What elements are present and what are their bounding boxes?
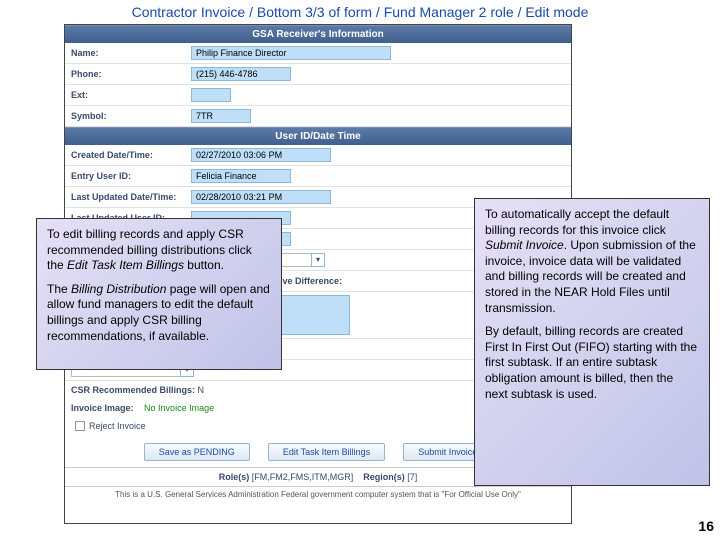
value-last-updated: 02/28/2010 03:21 PM (191, 190, 331, 204)
value-phone[interactable]: (215) 446-4786 (191, 67, 291, 81)
value-symbol[interactable]: 7TR (191, 109, 251, 123)
label-phone: Phone: (71, 69, 191, 79)
footer-legal: This is a U.S. General Services Administ… (65, 486, 571, 501)
row-phone: Phone: (215) 446-4786 (65, 64, 571, 85)
page-number: 16 (698, 518, 714, 534)
label-entry-user: Entry User ID: (71, 171, 191, 181)
save-pending-button[interactable]: Save as PENDING (144, 443, 250, 461)
value-created: 02/27/2010 03:06 PM (191, 148, 331, 162)
label-name: Name: (71, 48, 191, 58)
value-entry-user: Felicia Finance (191, 169, 291, 183)
label-symbol: Symbol: (71, 111, 191, 121)
slide-title: Contractor Invoice / Bottom 3/3 of form … (0, 0, 720, 22)
value-name[interactable]: Philip Finance Director (191, 46, 391, 60)
label-last-updated: Last Updated Date/Time: (71, 192, 191, 202)
row-entry-user: Entry User ID: Felicia Finance (65, 166, 571, 187)
section-header-dates: User ID/Date Time (65, 127, 571, 145)
callout-right: To automatically accept the default bill… (474, 198, 710, 486)
checkbox[interactable] (75, 421, 85, 431)
value-ext[interactable] (191, 88, 231, 102)
edit-task-item-billings-button[interactable]: Edit Task Item Billings (268, 443, 385, 461)
label-ext: Ext: (71, 90, 191, 100)
callout-left: To edit billing records and apply CSR re… (36, 218, 282, 370)
section-header-receiver: GSA Receiver's Information (65, 25, 571, 43)
label-created: Created Date/Time: (71, 150, 191, 160)
chevron-down-icon[interactable]: ▾ (311, 253, 325, 267)
row-created: Created Date/Time: 02/27/2010 03:06 PM (65, 145, 571, 166)
label-reject: Reject Invoice (89, 421, 146, 431)
row-ext: Ext: (65, 85, 571, 106)
row-name: Name: Philip Finance Director (65, 43, 571, 64)
row-symbol: Symbol: 7TR (65, 106, 571, 127)
